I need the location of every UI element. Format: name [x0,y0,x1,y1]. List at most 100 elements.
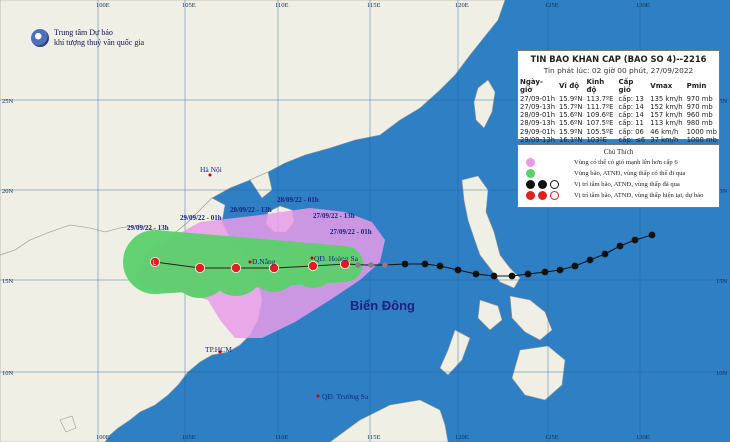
cell: 29/09-01h [520,127,555,136]
lon-tick: 120E [455,2,469,9]
col-header: Vmax [650,82,673,91]
legend-item: Vị trí tâm bão, ATNĐ, vùng thấp đã qua [518,179,719,190]
cell: cấp: 14 [618,102,644,111]
past-storm-icon [526,180,535,189]
legend-label: Vùng bão, ATNĐ, vùng thấp có thể đi qua [574,170,686,177]
cell: 15.7ºN [559,102,583,111]
cell: 27/09-01h [520,94,555,103]
table-row: 27/09-13h 15.7ºN 111.7ºE cấp: 14 152 km/… [518,103,719,111]
legend-title: Chú Thích [603,148,634,156]
agency-logo [30,28,50,48]
lon-tick: 125E [545,2,559,9]
past-depression-icon [538,180,547,189]
lat-tick: 15N [2,278,14,285]
green-zone-swatch-icon [526,169,535,178]
lon-tick: 100E [96,2,110,9]
cell: 960 mb [686,111,713,120]
lon-tick: 115E [367,434,381,441]
lon-tick: 110E [275,434,289,441]
forecast-label: 28/09/22 - 01h [277,196,319,204]
lon-tick: 110E [275,2,289,9]
forecast-label: 29/09/22 - 01h [180,214,222,222]
cell: cấp: 11 [618,119,644,128]
cell: 135 km/h [650,94,683,103]
lon-tick: 130E [636,434,650,441]
cell: 970 mb [686,94,713,103]
cell: 15.6ºN [559,119,583,128]
cell: 980 mb [686,119,713,128]
lon-tick: 105E [182,2,196,9]
legend-item: Vùng bão, ATNĐ, vùng thấp có thể đi qua [518,168,719,179]
cell: 46 km/h [650,127,679,136]
lon-tick: 105E [182,434,196,441]
forecast-label: 28/09/22 - 13h [230,206,272,214]
pink-zone-swatch-icon [526,158,535,167]
cell: 111.7ºE [586,102,614,111]
forecast-point-29-01h [194,262,205,273]
lon-tick: 100E [96,434,110,441]
lat-tick: 10N [716,370,728,377]
cell: 15.9ºN [559,127,583,136]
table-row: 27/09-01h 15.9ºN 113.7ºE cấp: 13 135 km/… [518,95,719,103]
legend-panel: Chú Thích Vùng có thể có gió mạnh lên hơ… [517,144,720,208]
forecast-label: 29/09/22 - 13h [127,224,169,232]
forecast-label: 27/09/22 - 01h [330,228,372,236]
place-truong-sa: QĐ. Trường Sa [322,392,369,401]
issuer-line-1: Trung tâm Dự báo [54,28,113,37]
table-header-row: Ngày-giờ Vĩ độ Kinh độ Cấp gió Vmax Pmin [518,78,719,95]
cell: 113.7ºE [586,94,614,103]
lat-tick: 20N [2,188,14,195]
forecast-label: 27/09/22 - 13h [313,212,355,220]
col-header: Cấp gió [618,78,634,95]
cell: 157 km/h [650,111,683,120]
place-danang: Đ.Nẵng [252,257,276,266]
col-header: Pmin [686,82,707,91]
cell: 109.6ºE [586,111,614,120]
cell: cấp: 06 [618,127,644,136]
cell: cấp: 13 [618,94,644,103]
col-header: Kinh độ [586,78,605,95]
forecast-table: Ngày-giờ Vĩ độ Kinh độ Cấp gió Vmax Pmin… [518,78,719,144]
forecast-point-28-13h [230,262,241,273]
bulletin-title: TIN BAO KHAN CAP (BAO SO 4)--2216 [530,54,707,64]
lon-tick: 115E [367,2,381,9]
issuer-header: Trung tâm Dự báo khí tượng thuỷ văn quốc… [30,28,210,48]
forecast-low-icon [550,191,559,200]
place-hoang-sa: QĐ. Hoàng Sa [314,254,359,263]
cell: 15.9ºN [559,94,583,103]
forecast-storm-icon [526,191,535,200]
lon-tick: 130E [636,2,650,9]
cell: 107.5ºE [586,119,614,128]
sea-label: Biển Đông [350,298,415,313]
col-header: Vĩ độ [559,82,580,91]
lon-tick: 125E [545,434,559,441]
cell: 28/09-13h [520,119,555,128]
table-row: 28/09-13h 15.6ºN 107.5ºE cấp: 11 113 km/… [518,119,719,127]
place-hanoi: Hà Nội [200,165,222,174]
cell: 15.6ºN [559,111,583,120]
cell: 27/09-13h [520,102,555,111]
table-row: 28/09-01h 15.6ºN 109.6ºE cấp: 14 157 km/… [518,111,719,119]
forecast-depression-icon [538,191,547,200]
legend-label: Vị trí tâm bão, ATNĐ, vùng thấp đã qua [574,181,680,188]
legend-label: Vùng có thể có gió mạnh lên hơn cấp 6 [574,159,678,166]
legend-item: Vùng có thể có gió mạnh lên hơn cấp 6 [518,157,719,168]
cell: 1000 mb [686,127,717,136]
bulletin-panel: TIN BAO KHAN CAP (BAO SO 4)--2216 Tin ph… [517,50,720,144]
lon-tick: 120E [455,434,469,441]
place-hcm: TP.HCM [205,345,232,354]
lat-tick: 25N [2,98,14,105]
lat-tick: 10N [2,370,14,377]
cell: 28/09-01h [520,111,555,120]
legend-item: Vị trí tâm bão, ATNĐ, vùng thấp hiện tại… [518,190,719,201]
cell: 113 km/h [650,119,683,128]
lat-tick: 15N [716,278,728,285]
legend-label: Vị trí tâm bão, ATNĐ, vùng thấp hiện tại… [574,192,704,199]
cell: 970 mb [686,102,713,111]
issuer-line-2: khí tượng thuỷ văn quốc gia [54,38,145,47]
past-low-icon [550,180,559,189]
col-header: Ngày-giờ [520,78,543,95]
cell: 152 km/h [650,102,683,111]
cell: 105.5ºE [586,127,614,136]
bulletin-issued-time: Tin phát lúc: 02 giờ 00 phút, 27/09/2022 [543,66,694,75]
